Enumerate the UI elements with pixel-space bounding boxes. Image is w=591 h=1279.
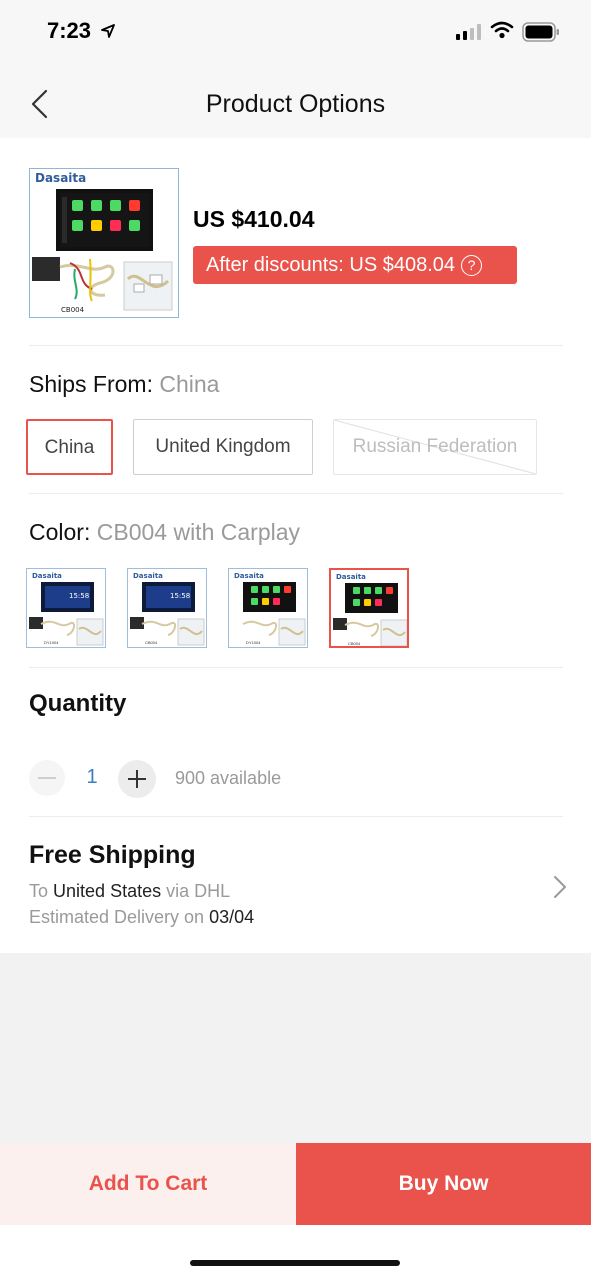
home-indicator[interactable]	[190, 1260, 400, 1266]
shipping-estimate: Estimated Delivery on 03/04	[29, 907, 254, 928]
location-arrow-icon	[101, 24, 115, 38]
ship-option-label: Russian Federation	[352, 436, 518, 457]
quantity-value[interactable]: 1	[82, 766, 102, 789]
delivery-date: 03/04	[209, 907, 255, 927]
help-icon[interactable]: ?	[461, 255, 483, 276]
home-area	[0, 1225, 591, 1279]
ship-option-russian-federation[interactable]: Russian Federation	[333, 419, 537, 475]
color-label: Color: CB004 with Carplay	[29, 519, 300, 546]
add-to-cart-button[interactable]: Add To Cart	[0, 1143, 296, 1225]
chevron-right-icon	[554, 876, 566, 898]
wifi-icon	[490, 21, 514, 39]
shipping-row[interactable]: Free Shipping To United States via DHL E…	[0, 818, 591, 953]
shipping-country: United States	[53, 881, 162, 901]
battery-icon	[522, 22, 559, 42]
color-key: Color:	[29, 519, 91, 545]
plus-icon[interactable]	[118, 760, 156, 798]
discount-text: After discounts: US $408.04	[206, 254, 456, 276]
quantity-label: Quantity	[29, 690, 127, 717]
divider	[29, 493, 563, 494]
divider	[29, 667, 563, 668]
swatch-code: DY1004	[246, 640, 261, 645]
shipping-to: To	[29, 881, 49, 901]
ships-from-label: Ships From: China	[29, 371, 219, 398]
color-swatch-selected[interactable]: Dasaita CB004	[329, 568, 409, 648]
swatch-image: 15:58	[130, 582, 205, 646]
swatch-image: 15:58	[29, 582, 104, 646]
divider	[29, 345, 563, 346]
ship-option-china[interactable]: China	[26, 419, 113, 475]
product-code: CB004	[61, 306, 85, 314]
ship-option-united-kingdom[interactable]: United Kingdom	[133, 419, 313, 475]
color-swatch[interactable]: Dasaita DY1004	[228, 568, 308, 648]
delivery-prefix: Estimated Delivery on	[29, 907, 205, 927]
swatch-code: DY1004	[44, 640, 59, 645]
buy-now-button[interactable]: Buy Now	[296, 1143, 591, 1225]
swatch-image	[242, 582, 306, 646]
stock-available: 900 available	[175, 768, 282, 788]
product-image	[32, 189, 173, 311]
color-swatch[interactable]: Dasaita 15:58 CB004	[127, 568, 207, 648]
product-price: US $410.04	[193, 206, 315, 232]
svg-text:15:58: 15:58	[170, 592, 190, 600]
svg-text:15:58: 15:58	[69, 592, 89, 600]
product-thumbnail: Dasaita CB004	[29, 168, 179, 318]
status-bar: 7:23	[0, 0, 591, 62]
ships-from-key: Ships From:	[29, 371, 153, 397]
signal-icon	[456, 24, 481, 40]
color-swatch[interactable]: Dasaita 15:58 DY1004	[26, 568, 106, 648]
swatch-image	[333, 583, 407, 646]
navigation-bar: Product Options	[0, 62, 591, 138]
swatch-code: CB004	[348, 641, 361, 646]
minus-icon[interactable]	[29, 760, 65, 796]
discount-badge[interactable]: After discounts: US $408.04?	[193, 246, 517, 284]
shipping-title: Free Shipping	[29, 841, 196, 869]
color-value: CB004 with Carplay	[96, 519, 301, 545]
divider	[29, 816, 563, 817]
shipping-destination: To United States via DHL	[29, 881, 230, 902]
swatch-code: CB004	[145, 640, 158, 645]
shipping-carrier: via DHL	[166, 881, 231, 901]
status-time: 7:23	[47, 18, 92, 43]
page-title: Product Options	[205, 90, 386, 118]
ships-from-value: China	[159, 371, 220, 397]
options-sheet: Dasaita CB004 US $410.04 After discounts…	[0, 138, 591, 953]
bottom-action-bar: Add To Cart Buy Now	[0, 1143, 591, 1225]
